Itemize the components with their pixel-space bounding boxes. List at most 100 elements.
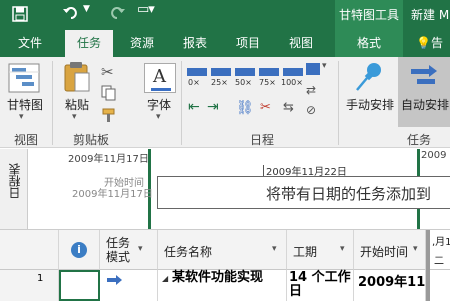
tab-view[interactable]: 视图 — [277, 30, 325, 57]
manual-schedule-icon[interactable] — [354, 61, 384, 97]
timeline-drop-area[interactable]: 将带有日期的任务添加到 — [157, 176, 450, 209]
redo-icon[interactable] — [110, 4, 126, 26]
collapse-triangle-icon[interactable]: ◢ — [162, 274, 168, 283]
task-name-dropdown-icon[interactable]: ▾ — [272, 244, 277, 254]
progress-100-label: 100× — [281, 78, 303, 87]
tab-file[interactable]: 文件 — [0, 30, 60, 57]
font-dropdown-icon[interactable]: ▾ — [156, 112, 161, 122]
row-gantt-cell[interactable] — [430, 270, 450, 301]
info-icon: i — [71, 242, 87, 258]
mark-dropdown-icon[interactable]: ▾ — [322, 61, 327, 71]
move-left-icon[interactable]: ⇤ — [188, 99, 200, 115]
timeline-placeholder: 将带有日期的任务添加到 — [266, 185, 432, 203]
progress-25-icon[interactable] — [211, 68, 231, 76]
unlink-tasks-icon[interactable]: ✂ — [260, 100, 271, 115]
timeline-date-right: 2009 — [421, 150, 447, 161]
task-name-header[interactable]: 任务名称 ▾ — [158, 230, 287, 270]
ribbon: 甘特图 ▾ 视图 粘贴 ▾ ✂ 剪贴板 A 字体 ▾ 0× 25× 50× 75… — [0, 57, 450, 148]
title-bar: ▼ ▭▾ 甘特图工具 新建 M — [0, 0, 450, 30]
manual-schedule-label[interactable]: 手动安排 — [346, 96, 394, 113]
timescale-bottom-label: 二 — [434, 256, 444, 267]
copy-icon[interactable] — [101, 85, 117, 105]
group-clipboard-label: 剪贴板 — [73, 133, 110, 147]
split-task-icon[interactable]: ⇆ — [283, 100, 294, 115]
start-label: 开始时间 — [360, 245, 409, 259]
row-id-cell[interactable]: 1 — [0, 270, 59, 301]
timeline: 日程表 2009年11月17日 开始时间 2009年11月17日 2009年11… — [0, 149, 450, 229]
row-info-cell[interactable] — [59, 270, 100, 301]
tab-project[interactable]: 项目 — [224, 30, 272, 57]
start-dropdown-icon[interactable]: ▾ — [413, 244, 418, 254]
cut-icon[interactable]: ✂ — [101, 63, 114, 81]
mark-on-track-icon[interactable] — [306, 63, 320, 75]
task-name-label: 任务名称 — [164, 245, 213, 259]
tab-resource[interactable]: 资源 — [118, 30, 166, 57]
row-start-cell[interactable]: 2009年11 — [354, 270, 426, 301]
paste-button-label[interactable]: 粘贴 — [65, 96, 89, 113]
window-title: 新建 M — [411, 8, 450, 22]
tell-me-label: 告 — [430, 36, 443, 50]
row-duration: 14 个工作日 — [289, 270, 351, 299]
timeline-side-bar: 日程表 — [0, 149, 28, 229]
respect-links-icon[interactable]: ⇄ — [306, 83, 316, 97]
paste-icon[interactable] — [63, 61, 91, 97]
group-separator — [181, 61, 182, 145]
gantt-button-label[interactable]: 甘特图 — [7, 96, 43, 113]
timeline-start-date: 2009年11月17日 — [72, 189, 153, 200]
font-icon[interactable]: A — [144, 63, 176, 93]
start-header[interactable]: 开始时间 ▾ — [354, 230, 426, 270]
lightbulb-icon: 💡 — [416, 36, 431, 50]
move-right-icon[interactable]: ⇥ — [207, 99, 219, 115]
progress-75-icon[interactable] — [259, 68, 279, 76]
context-tools-label: 甘特图工具 — [335, 0, 403, 30]
ribbon-tabs: 文件 任务 资源 报表 项目 视图 格式 💡告 — [0, 30, 450, 57]
timeline-side-label: 日程表 — [8, 163, 22, 199]
row-duration-cell[interactable]: 14 个工作日 — [287, 270, 354, 301]
row-mode-cell[interactable] — [100, 270, 158, 301]
auto-schedule-label: 自动安排 — [401, 98, 450, 112]
auto-schedule-button[interactable]: 自动安排 — [398, 57, 450, 127]
progress-75-label: 75× — [259, 78, 276, 87]
paste-dropdown-icon[interactable]: ▾ — [72, 112, 77, 122]
progress-50-icon[interactable] — [235, 68, 255, 76]
row-name-cell[interactable]: ◢ 某软件功能实现 — [158, 270, 287, 301]
auto-scheduled-icon — [107, 275, 122, 285]
group-separator — [338, 61, 339, 145]
tab-format[interactable]: 格式 — [335, 30, 403, 57]
tab-task[interactable]: 任务 — [65, 30, 113, 57]
progress-0-label: 0× — [188, 78, 200, 87]
tab-report[interactable]: 报表 — [171, 30, 219, 57]
progress-50-label: 50× — [235, 78, 252, 87]
gantt-dropdown-icon[interactable]: ▾ — [19, 112, 24, 122]
tell-me[interactable]: 💡告 — [408, 30, 450, 57]
customize-qa-icon[interactable]: ▭▾ — [137, 2, 155, 17]
format-painter-icon[interactable] — [101, 107, 117, 127]
task-mode-dropdown-icon[interactable]: ▾ — [138, 244, 143, 254]
duration-dropdown-icon[interactable]: ▾ — [340, 244, 345, 254]
info-column-header[interactable]: i — [59, 230, 100, 270]
duration-header[interactable]: 工期 ▾ — [287, 230, 354, 270]
row-task-name: 某软件功能实现 — [172, 270, 264, 285]
row-id: 1 — [37, 273, 44, 284]
group-view-label: 视图 — [14, 133, 39, 147]
task-mode-header[interactable]: 任务模式 ▾ — [100, 230, 158, 270]
gantt-chart-icon[interactable] — [8, 63, 40, 97]
group-separator — [52, 61, 53, 145]
font-button-label[interactable]: 字体 — [147, 96, 171, 113]
group-tasks-label: 任务 — [407, 133, 432, 147]
timeline-date-start: 2009年11月17日 — [68, 154, 149, 165]
inactivate-icon[interactable]: ⊘ — [306, 103, 316, 117]
group-schedule-label: 日程 — [250, 133, 275, 147]
chevron-down-icon[interactable]: ▼ — [83, 4, 90, 14]
progress-0-icon[interactable] — [187, 68, 207, 76]
progress-100-icon[interactable] — [283, 68, 303, 76]
link-tasks-icon[interactable]: ⛓ — [236, 100, 254, 116]
task-mode-label: 任务模式 — [106, 236, 131, 264]
gantt-timescale-header: ,月1 二 — [430, 230, 450, 270]
select-all-corner[interactable] — [0, 230, 59, 270]
row-start: 2009年11 — [358, 275, 426, 290]
progress-25-label: 25× — [211, 78, 228, 87]
save-icon[interactable] — [12, 6, 28, 26]
timeline-tick — [263, 165, 264, 176]
undo-icon[interactable] — [62, 4, 80, 26]
